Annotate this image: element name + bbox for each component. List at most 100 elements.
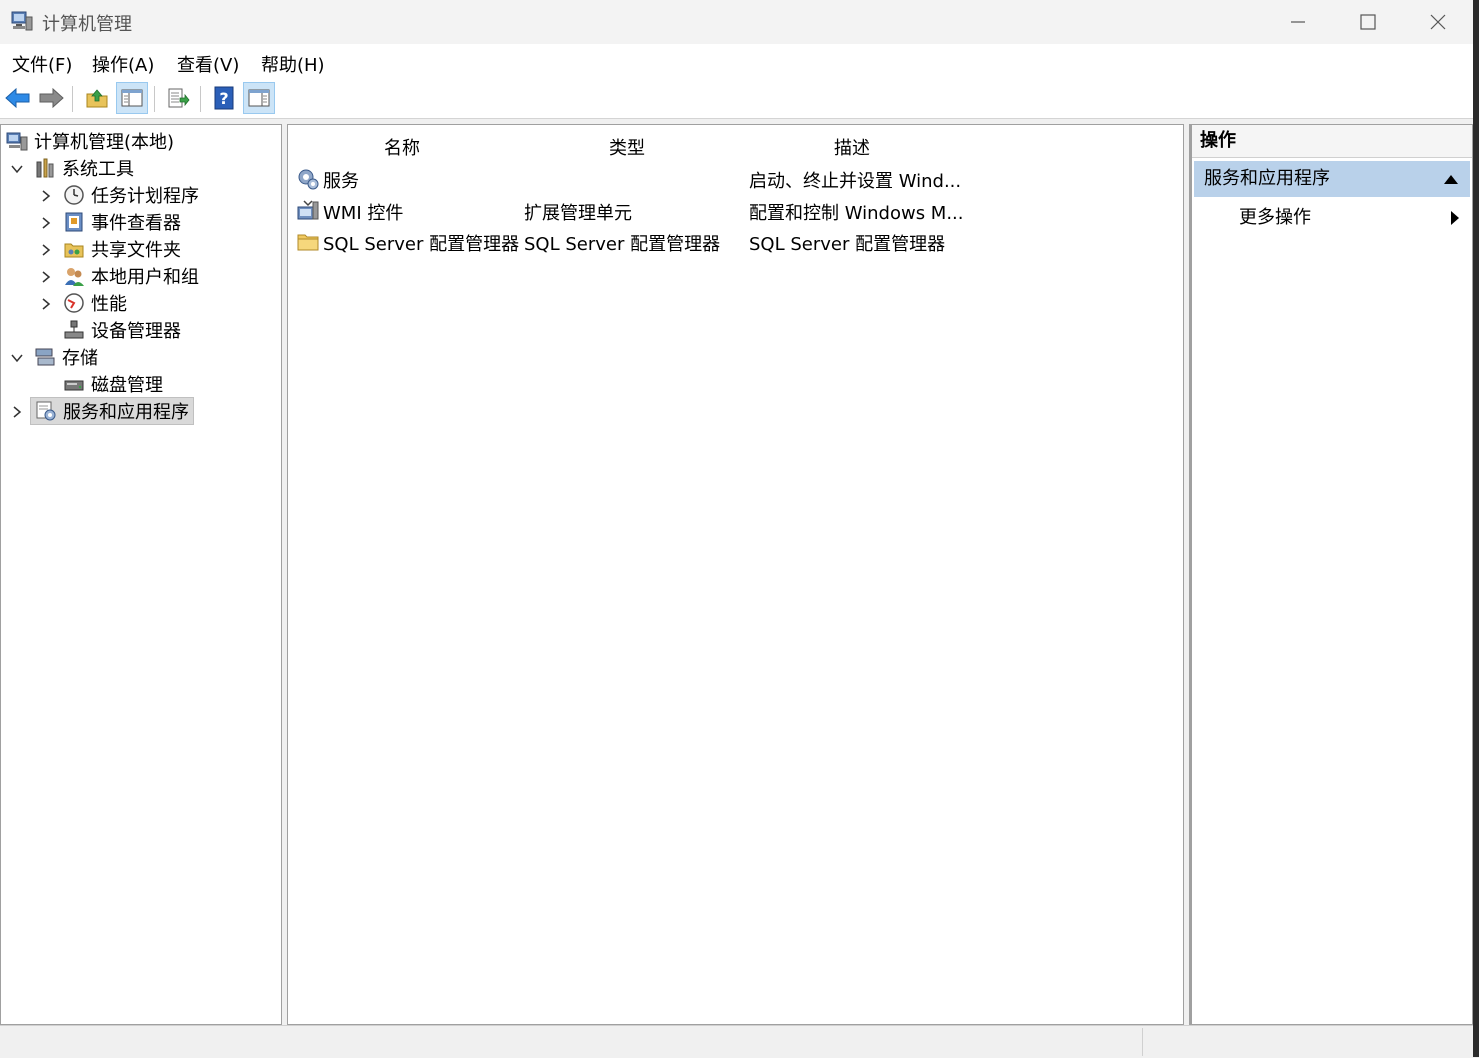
list-row-wmi-control[interactable]: WMI 控件 扩展管理单元 配置和控制 Windows M... xyxy=(296,197,1176,225)
results-list-panel: 名称 类型 描述 服务 启动、终止并设置 Wind... WMI 控件 扩展管理… xyxy=(287,124,1184,1025)
chevron-down-icon[interactable] xyxy=(10,162,24,176)
tree-item-event-viewer[interactable]: 事件查看器 xyxy=(63,209,181,235)
disk-drive-icon xyxy=(64,380,84,391)
tree-item-system-tools[interactable]: 系统工具 xyxy=(34,155,134,181)
title-bar: 计算机管理 xyxy=(0,0,1473,44)
system-tools-icon xyxy=(36,158,54,178)
tree-item-task-scheduler[interactable]: 任务计划程序 xyxy=(63,182,199,208)
menu-action[interactable]: 操作(A) xyxy=(92,51,154,77)
chevron-down-icon[interactable] xyxy=(10,351,24,365)
menu-view[interactable]: 查看(V) xyxy=(177,51,239,77)
list-cell-name: WMI 控件 xyxy=(323,203,404,224)
more-actions-item[interactable]: 更多操作 xyxy=(1192,201,1472,235)
tree-label: 共享文件夹 xyxy=(91,240,181,261)
toolbar-separator xyxy=(154,86,155,112)
actions-pane-title: 操作 xyxy=(1192,125,1472,158)
back-arrow-icon xyxy=(5,87,30,109)
svg-text:?: ? xyxy=(219,89,228,108)
tree-item-shared-folders[interactable]: 共享文件夹 xyxy=(63,236,181,262)
chevron-right-icon[interactable] xyxy=(39,189,53,203)
clock-icon xyxy=(64,185,84,205)
list-cell-name: SQL Server 配置管理器 xyxy=(323,234,520,255)
status-bar xyxy=(0,1025,1473,1058)
menu-file[interactable]: 文件(F) xyxy=(12,51,72,77)
list-row-services[interactable]: 服务 启动、终止并设置 Wind... xyxy=(296,165,1176,193)
device-manager-icon xyxy=(64,320,84,339)
shared-folder-icon xyxy=(64,243,84,258)
maximize-icon xyxy=(1360,14,1376,30)
performance-gauge-icon xyxy=(64,293,84,313)
chevron-right-icon[interactable] xyxy=(39,270,53,284)
chevron-right-icon[interactable] xyxy=(39,243,53,257)
computer-management-icon xyxy=(6,132,28,151)
submenu-arrow-icon xyxy=(1451,211,1459,225)
minimize-button[interactable] xyxy=(1263,0,1333,44)
export-list-icon xyxy=(168,88,190,108)
list-row-sql-server-config[interactable]: SQL Server 配置管理器 SQL Server 配置管理器 SQL Se… xyxy=(296,228,1176,256)
collapse-arrow-icon[interactable] xyxy=(1444,174,1458,184)
up-folder-icon xyxy=(86,89,108,108)
services-applications-icon xyxy=(36,401,56,421)
tree-label: 任务计划程序 xyxy=(91,186,199,207)
wmi-control-icon xyxy=(297,200,319,220)
toolbar-separator xyxy=(72,86,73,112)
gear-icon xyxy=(298,169,319,190)
actions-group-label: 服务和应用程序 xyxy=(1204,168,1330,189)
maximize-button[interactable] xyxy=(1333,0,1403,44)
more-actions-label: 更多操作 xyxy=(1239,207,1311,228)
help-icon: ? xyxy=(214,86,234,110)
menu-bar: 文件(F) 操作(A) 查看(V) 帮助(H) xyxy=(0,44,1473,81)
event-viewer-icon xyxy=(65,212,83,232)
chevron-right-icon[interactable] xyxy=(39,216,53,230)
close-icon xyxy=(1430,14,1446,30)
tree-label: 事件查看器 xyxy=(91,213,181,234)
back-button[interactable] xyxy=(2,82,34,114)
show-hide-action-pane-button[interactable] xyxy=(243,82,275,114)
column-header-name[interactable]: 名称 xyxy=(384,134,420,160)
window-edge xyxy=(1473,0,1479,1057)
tree-label: 系统工具 xyxy=(62,159,134,180)
tree-label: 服务和应用程序 xyxy=(63,402,189,423)
show-hide-action-pane-icon xyxy=(248,89,270,107)
tree-item-storage[interactable]: 存储 xyxy=(34,344,98,370)
forward-button[interactable] xyxy=(35,82,67,114)
computer-management-icon xyxy=(11,11,33,31)
console-tree-panel: 计算机管理(本地) 系统工具 任务计划程序 事件查看器 共享文件夹 本地用户和组… xyxy=(0,124,282,1025)
tree-label: 磁盘管理 xyxy=(91,375,163,396)
toolbar: ? xyxy=(0,80,1473,119)
list-cell-name: 服务 xyxy=(323,171,359,192)
list-cell-type: SQL Server 配置管理器 xyxy=(524,234,721,255)
storage-icon xyxy=(35,348,55,366)
up-one-level-button[interactable] xyxy=(81,82,113,114)
show-hide-console-tree-button[interactable] xyxy=(116,82,148,114)
tree-label: 存储 xyxy=(62,348,98,369)
tree-item-performance[interactable]: 性能 xyxy=(63,290,127,316)
close-button[interactable] xyxy=(1403,0,1473,44)
column-header-description[interactable]: 描述 xyxy=(834,134,870,160)
tree-item-disk-management[interactable]: 磁盘管理 xyxy=(63,371,163,397)
forward-arrow-icon xyxy=(39,87,64,109)
toolbar-separator xyxy=(200,86,201,112)
minimize-icon xyxy=(1291,21,1305,23)
tree-item-computer-management[interactable]: 计算机管理(本地) xyxy=(6,128,174,154)
actions-group-header[interactable]: 服务和应用程序 xyxy=(1194,161,1470,197)
status-divider xyxy=(1142,1028,1143,1056)
actions-pane: 操作 服务和应用程序 更多操作 xyxy=(1189,124,1473,1025)
menu-help[interactable]: 帮助(H) xyxy=(261,51,325,77)
chevron-right-icon[interactable] xyxy=(10,405,24,419)
show-hide-tree-icon xyxy=(121,89,143,107)
tree-label: 性能 xyxy=(91,294,127,315)
window-title: 计算机管理 xyxy=(42,14,132,35)
folder-icon xyxy=(297,234,319,251)
tree-item-device-manager[interactable]: 设备管理器 xyxy=(63,317,181,343)
export-list-button[interactable] xyxy=(162,82,194,114)
tree-item-services-applications[interactable]: 服务和应用程序 xyxy=(30,397,194,425)
chevron-right-icon[interactable] xyxy=(39,297,53,311)
tree-item-local-users-groups[interactable]: 本地用户和组 xyxy=(63,263,199,289)
users-icon xyxy=(65,268,84,286)
help-button[interactable]: ? xyxy=(208,82,240,114)
list-cell-description: SQL Server 配置管理器 xyxy=(749,234,946,255)
list-cell-description: 启动、终止并设置 Wind... xyxy=(749,171,962,192)
column-header-type[interactable]: 类型 xyxy=(609,134,645,160)
list-cell-type: 扩展管理单元 xyxy=(524,203,632,224)
